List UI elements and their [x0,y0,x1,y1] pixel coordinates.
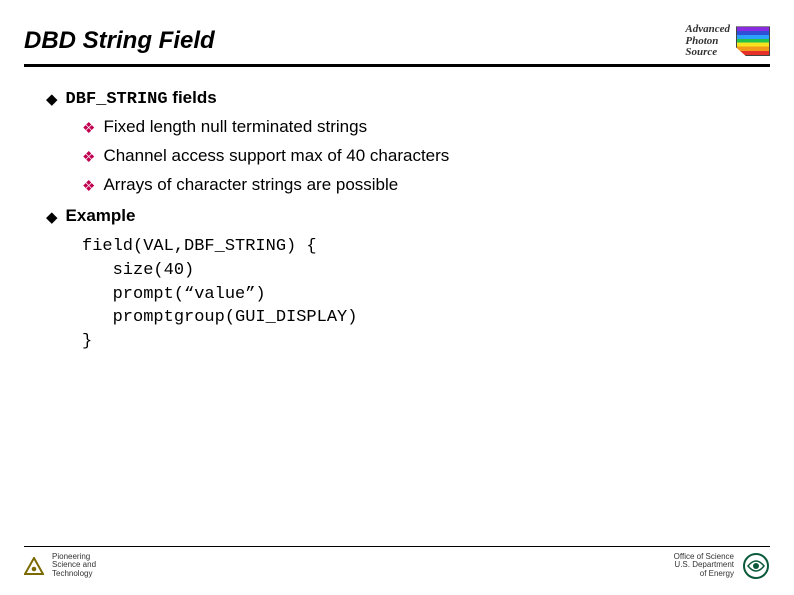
footer-left-line3: Technology [52,570,96,579]
slide-title: DBD String Field [24,27,215,55]
bullet-level2: ❖ Channel access support max of 40 chara… [82,144,748,171]
clover-icon: ❖ [82,173,95,200]
diamond-icon: ◆ [46,86,58,113]
bullet-text: Example [66,204,136,231]
code-inline: DBF_STRING [66,90,168,109]
aps-logo: Advanced Photon Source [685,24,770,59]
header-rule [24,64,770,67]
bullet-level1: ◆ Example [46,204,748,231]
footer-right-line3: of Energy [674,570,734,579]
bullet-level2: ❖ Arrays of character strings are possib… [82,173,748,200]
triangle-icon [24,557,44,575]
header: DBD String Field Advanced Photon Source [24,24,770,59]
footer-left-text: Pioneering Science and Technology [52,553,96,579]
footer-right-text: Office of Science U.S. Department of Ene… [674,553,734,579]
bullet-text: Fixed length null terminated strings [103,115,367,142]
bullet-level2: ❖ Fixed length null terminated strings [82,115,748,142]
bullet-text: Arrays of character strings are possible [103,173,398,200]
aps-logo-line3: Source [685,47,730,59]
diamond-icon: ◆ [46,204,58,231]
code-block: field(VAL,DBF_STRING) { size(40) prompt(… [82,235,748,354]
clover-icon: ❖ [82,144,95,171]
bullet-text: DBF_STRING fields [66,86,217,113]
content-area: ◆ DBF_STRING fields ❖ Fixed length null … [46,82,748,354]
footer: Pioneering Science and Technology Office… [24,546,770,579]
rainbow-icon [736,26,770,56]
bullet-text: Channel access support max of 40 charact… [103,144,449,171]
aps-logo-line1: Advanced [685,24,730,36]
bullet-suffix: fields [168,88,217,107]
clover-icon: ❖ [82,115,95,142]
bullet-level1: ◆ DBF_STRING fields [46,86,748,113]
doe-seal-icon [742,553,770,579]
footer-right: Office of Science U.S. Department of Ene… [674,553,770,579]
footer-left: Pioneering Science and Technology [24,553,96,579]
aps-logo-text: Advanced Photon Source [685,24,730,59]
